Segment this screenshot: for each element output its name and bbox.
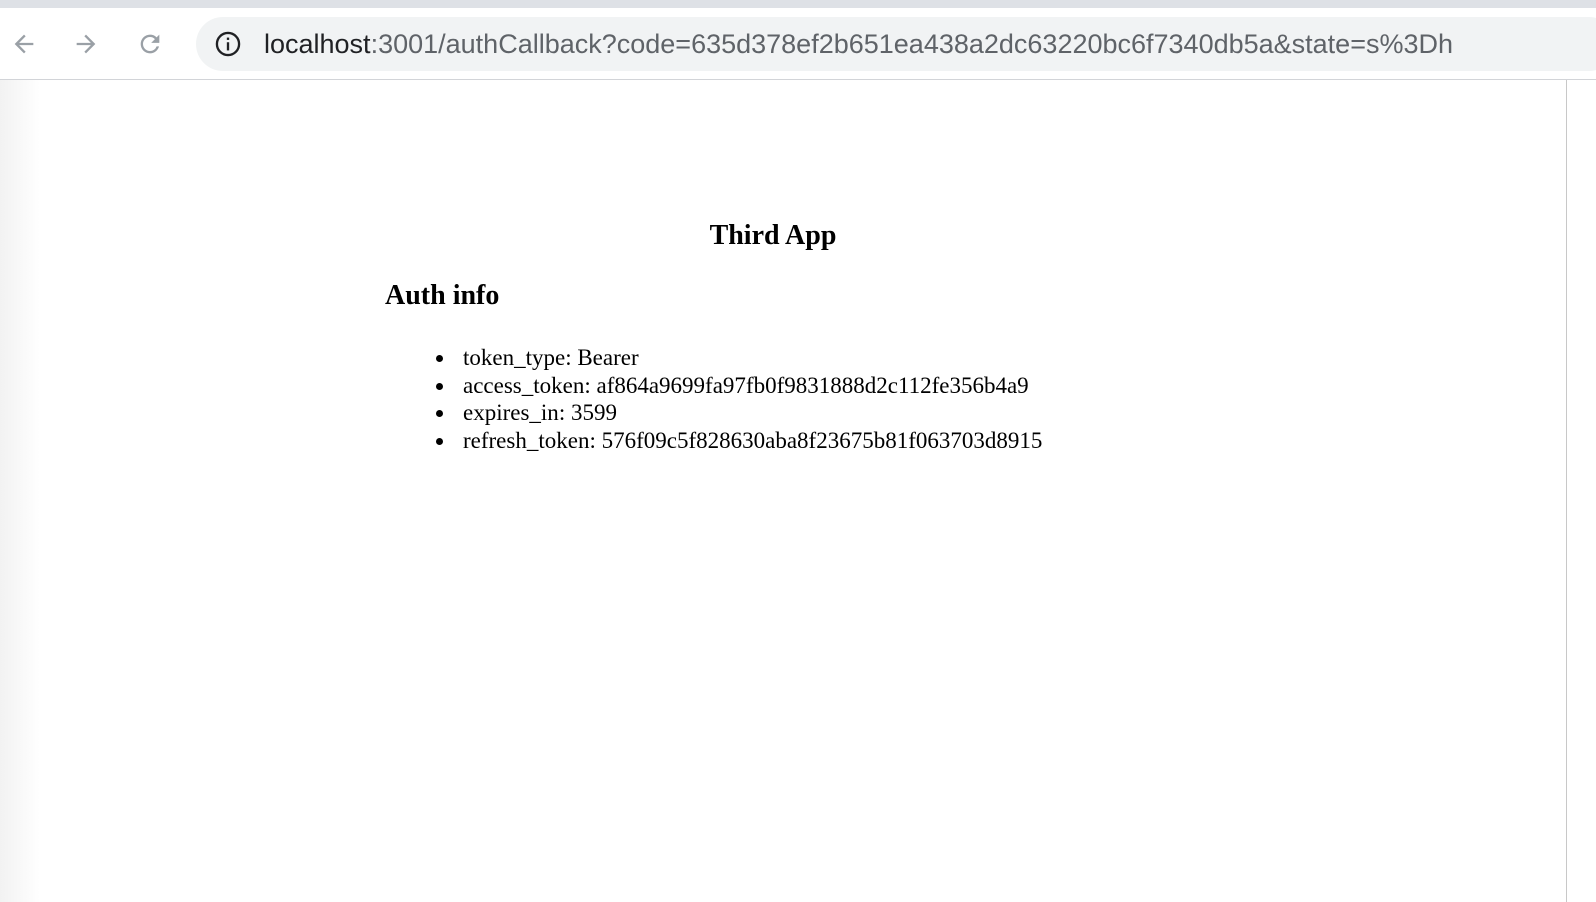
auth-info-list: token_type: Bearer access_token: af864a9… (436, 344, 1043, 455)
bullet-icon (436, 437, 443, 445)
item-value: 576f09c5f828630aba8f23675b81f063703d8915 (601, 427, 1043, 453)
list-item-refresh-token: refresh_token: 576f09c5f828630aba8f23675… (436, 427, 1043, 455)
arrow-left-icon (14, 34, 34, 54)
item-key: token_type (463, 345, 566, 370)
item-value: 3599 (570, 400, 617, 425)
list-item-expires-in: expires_in: 3599 (436, 399, 1042, 427)
page-right-border (1566, 80, 1567, 902)
item-key: refresh_token (463, 427, 590, 453)
url-text[interactable]: localhost:3001/authCallback?code=635d378… (264, 17, 1453, 71)
bullet-icon (436, 355, 443, 362)
bullet-icon (436, 410, 443, 417)
address-bar[interactable]: localhost:3001/authCallback?code=635d378… (196, 17, 1596, 71)
browser-tab-strip (0, 0, 1596, 8)
url-host: localhost (264, 29, 371, 59)
item-value: Bearer (577, 345, 639, 370)
back-button[interactable] (6, 26, 42, 62)
item-key: expires_in (463, 400, 559, 425)
page-title: Third App (709, 220, 837, 251)
reload-icon (140, 34, 160, 54)
bullet-icon (436, 382, 443, 390)
section-title-auth-info: Auth info (385, 280, 500, 311)
page-content: Third App Auth info token_type: Bearer a… (0, 80, 1566, 902)
info-icon[interactable] (214, 30, 242, 58)
item-value: af864a9699fa97fb0f9831888d2c112fe356b4a9 (596, 372, 1029, 398)
arrow-right-icon (76, 34, 96, 54)
list-item-access-token: access_token: af864a9699fa97fb0f9831888d… (436, 372, 1042, 400)
forward-button[interactable] (68, 26, 104, 62)
reload-button[interactable] (132, 26, 168, 62)
item-key: access_token (463, 372, 585, 398)
browser-toolbar: localhost:3001/authCallback?code=635d378… (0, 8, 1596, 80)
url-path: :3001/authCallback?code=635d378ef2b651ea… (370, 29, 1454, 59)
list-item-token-type: token_type: Bearer (436, 344, 1042, 372)
